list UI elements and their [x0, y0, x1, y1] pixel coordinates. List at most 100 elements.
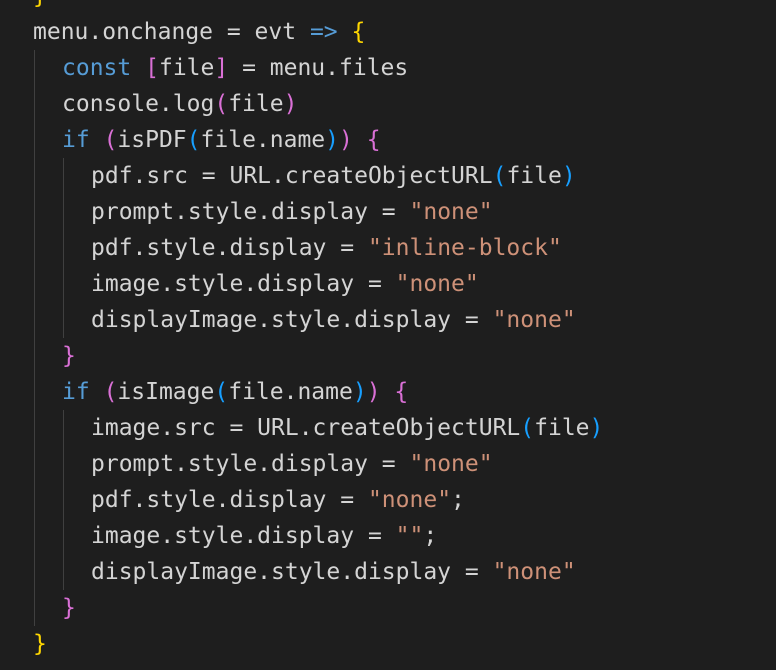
indent-guide — [34, 410, 35, 446]
code-token: image.style.display = — [91, 271, 396, 297]
code-line[interactable]: } — [62, 338, 76, 374]
code-token: console.log — [62, 91, 215, 117]
code-token: isPDF — [117, 127, 187, 153]
code-editor[interactable]: } menu.onchange = evt => {const [file] = … — [0, 0, 776, 670]
indent-guide — [34, 482, 35, 518]
code-token: "" — [395, 523, 424, 549]
indent-guide — [63, 554, 64, 590]
code-line[interactable]: menu.onchange = evt => { — [33, 14, 365, 50]
indent-guide — [63, 410, 64, 446]
code-token: file — [228, 91, 284, 117]
indent-guide — [34, 590, 35, 626]
code-token: ( — [492, 163, 507, 189]
code-token: } — [62, 343, 76, 369]
indent-guide — [34, 302, 35, 338]
code-line[interactable]: displayImage.style.display = "none" — [91, 302, 576, 338]
code-token: file.name — [200, 127, 326, 153]
code-line[interactable]: prompt.style.display = "none" — [91, 446, 493, 482]
code-token: file — [534, 415, 590, 441]
indent-guide — [63, 194, 64, 230]
code-token: "none" — [409, 451, 493, 477]
code-line[interactable]: console.log(file) — [62, 86, 297, 122]
indent-guide — [63, 446, 64, 482]
code-token: file — [158, 55, 215, 81]
indent-guide — [34, 230, 35, 266]
code-token: image.src = URL.createObjectURL — [91, 415, 521, 441]
code-token: ( — [520, 415, 535, 441]
code-token: { — [366, 127, 381, 153]
indent-guide — [34, 554, 35, 590]
code-token: prompt.style.display = — [91, 199, 410, 225]
indent-guide — [63, 302, 64, 338]
code-token: displayImage.style.display = — [91, 307, 493, 333]
code-line[interactable]: } — [33, 0, 47, 14]
code-token: pdf.src = URL.createObjectURL — [91, 163, 493, 189]
code-token: pdf.style.display = — [91, 487, 368, 513]
code-line[interactable]: image.style.display = ""; — [91, 518, 437, 554]
code-token: "inline-block" — [367, 235, 562, 261]
code-token: ) — [325, 127, 340, 153]
code-line[interactable]: image.style.display = "none" — [91, 266, 479, 302]
code-token: ( — [214, 91, 229, 117]
code-token: "none" — [492, 559, 576, 585]
code-token: } — [33, 631, 47, 657]
code-token: "none" — [367, 487, 452, 513]
code-token: ; — [423, 523, 438, 549]
indent-guide — [34, 50, 35, 86]
code-token: } — [33, 0, 47, 9]
code-token: ( — [103, 379, 118, 405]
code-token: ( — [186, 127, 201, 153]
code-line[interactable]: } — [62, 590, 76, 626]
code-token: ) — [352, 379, 367, 405]
code-line[interactable]: pdf.style.display = "inline-block" — [91, 230, 562, 266]
code-token: ( — [103, 127, 118, 153]
code-line[interactable]: const [file] = menu.files — [62, 50, 408, 86]
code-token: ) — [339, 127, 353, 153]
indent-guide — [63, 266, 64, 302]
indent-guide — [34, 338, 35, 374]
code-token: "none" — [395, 271, 479, 297]
code-token: ) — [589, 415, 604, 441]
code-token: file — [506, 163, 562, 189]
code-token: { — [394, 379, 409, 405]
indent-guide — [34, 266, 35, 302]
code-token: ; — [451, 487, 465, 513]
code-token: "none" — [492, 307, 576, 333]
code-token: if — [62, 379, 90, 405]
indent-guide — [34, 374, 35, 410]
code-token: ) — [561, 163, 576, 189]
code-token: [ — [145, 55, 159, 81]
indent-guide — [34, 158, 35, 194]
code-token: menu.onchange = evt — [33, 19, 310, 45]
code-line[interactable]: if (isPDF(file.name)) { — [62, 122, 381, 158]
code-token: file.name — [228, 379, 353, 405]
code-line[interactable]: image.src = URL.createObjectURL(file) — [91, 410, 603, 446]
indent-guide — [63, 158, 64, 194]
code-token: pdf.style.display = — [91, 235, 368, 261]
code-line[interactable]: pdf.style.display = "none"; — [91, 482, 465, 518]
code-line[interactable]: prompt.style.display = "none" — [91, 194, 493, 230]
indent-guide — [34, 86, 35, 122]
code-line[interactable]: if (isImage(file.name)) { — [62, 374, 408, 410]
code-token: ) — [366, 379, 381, 405]
code-line[interactable]: // — [33, 662, 61, 670]
code-token: "none" — [409, 199, 493, 225]
code-token: prompt.style.display = — [91, 451, 410, 477]
code-line[interactable]: } — [33, 626, 47, 662]
code-token: ] — [214, 55, 229, 81]
code-line[interactable]: pdf.src = URL.createObjectURL(file) — [91, 158, 576, 194]
code-token: const — [62, 55, 132, 81]
indent-guide — [34, 194, 35, 230]
indent-guide — [63, 482, 64, 518]
indent-guide — [34, 518, 35, 554]
indent-guide — [34, 446, 35, 482]
code-token: ( — [214, 379, 229, 405]
code-line[interactable]: displayImage.style.display = "none" — [91, 554, 576, 590]
indent-guide — [63, 230, 64, 266]
indent-guide — [34, 122, 35, 158]
code-token: if — [62, 127, 90, 153]
